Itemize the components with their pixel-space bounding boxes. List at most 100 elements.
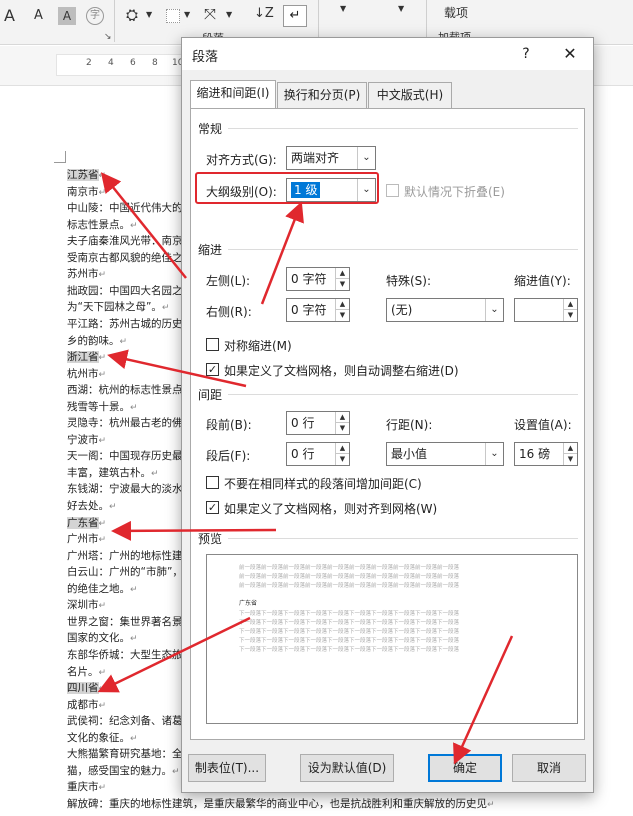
document-line: 宁波市↵ bbox=[67, 433, 106, 448]
paragraph-dialog: 段落 ? ✕ 缩进和间距(I) 换行和分页(P) 中文版式(H) 常规 对齐方式… bbox=[181, 37, 594, 793]
preview-prev-text: 前一段落前一段落前一段落前一段落前一段落前一段落前一段落前一段落前一段落前一段落 bbox=[239, 583, 460, 589]
document-line: 受南京古都风貌的绝佳之↵ bbox=[67, 251, 190, 266]
spin-down-icon[interactable]: ▼ bbox=[564, 454, 577, 465]
cancel-button[interactable]: 取消 bbox=[512, 754, 586, 782]
line-text: 的绝佳之地。 bbox=[67, 582, 130, 595]
show-marks-icon[interactable]: ↵ bbox=[283, 5, 307, 27]
snap-grid-label: 如果定义了文档网格，则对齐到网格(W) bbox=[224, 502, 438, 516]
spinner[interactable]: ▲ ▼ bbox=[335, 299, 349, 321]
space-before-input[interactable]: 0 行 ▲ ▼ bbox=[286, 411, 350, 435]
ok-button[interactable]: 确定 bbox=[428, 754, 502, 782]
line-text: 重庆市 bbox=[67, 781, 99, 794]
no-space-label: 不要在相同样式的段落间增加间距(C) bbox=[224, 477, 422, 491]
line-text: 国家的文化。 bbox=[67, 632, 130, 645]
line-spacing-label: 行距(N): bbox=[386, 418, 433, 432]
document-line: 好去处。↵ bbox=[67, 499, 117, 514]
chevron-down-icon[interactable]: ⌄ bbox=[485, 443, 503, 465]
indent-by-input[interactable]: ▲ ▼ bbox=[514, 298, 578, 322]
snap-grid-checkbox[interactable]: ✓ bbox=[206, 501, 219, 514]
right-indent-input[interactable]: 0 字符 ▲ ▼ bbox=[286, 298, 350, 322]
enclose-character-icon[interactable]: 字 bbox=[86, 7, 104, 25]
spinner[interactable]: ▲ ▼ bbox=[335, 443, 349, 465]
paragraph-mark-icon: ↵ bbox=[98, 601, 107, 612]
no-space-checkbox[interactable] bbox=[206, 476, 219, 489]
tab-line-page-breaks[interactable]: 换行和分页(P) bbox=[277, 82, 367, 108]
character-shading-icon[interactable]: A bbox=[58, 7, 76, 25]
spacing-at-input[interactable]: 16 磅 ▲ ▼ bbox=[514, 442, 578, 466]
document-line: 深圳市↵ bbox=[67, 598, 106, 613]
borders-icon[interactable] bbox=[166, 9, 180, 23]
collapse-checkbox[interactable] bbox=[386, 184, 399, 197]
mirror-indent-checkbox[interactable] bbox=[206, 338, 219, 351]
spin-up-icon[interactable]: ▲ bbox=[336, 268, 349, 279]
chevron-down-icon[interactable]: ⌄ bbox=[357, 147, 375, 169]
spinner[interactable]: ▲ ▼ bbox=[563, 299, 577, 321]
line-text: 广州塔：广州的地标性建 bbox=[67, 549, 183, 562]
left-indent-input[interactable]: 0 字符 ▲ ▼ bbox=[286, 267, 350, 291]
dialog-launcher-icon[interactable]: ↘ bbox=[104, 32, 112, 42]
line-text: 浙江省 bbox=[67, 351, 99, 364]
spinner[interactable]: ▲ ▼ bbox=[563, 443, 577, 465]
document-line: 中山陵：中国近代伟大的↵ bbox=[67, 201, 190, 216]
line-text: 宁波市 bbox=[67, 433, 99, 446]
help-icon[interactable]: ? bbox=[514, 43, 538, 65]
spin-up-icon[interactable]: ▲ bbox=[336, 412, 349, 423]
paragraph-mark-icon: ↵ bbox=[98, 171, 107, 181]
spin-up-icon[interactable]: ▲ bbox=[336, 299, 349, 310]
grow-font-button[interactable]: A bbox=[4, 6, 15, 25]
spin-down-icon[interactable]: ▼ bbox=[336, 423, 349, 434]
preview-prev-text: 前一段落前一段落前一段落前一段落前一段落前一段落前一段落前一段落前一段落前一段落 bbox=[239, 565, 460, 571]
preview-sample-text: 广东省 bbox=[239, 600, 258, 607]
space-after-value: 0 行 bbox=[291, 447, 315, 461]
spin-down-icon[interactable]: ▼ bbox=[336, 310, 349, 321]
set-default-button[interactable]: 设为默认值(D) bbox=[300, 754, 394, 782]
chevron-down-icon[interactable]: ▼ bbox=[340, 4, 346, 13]
preview-box: 前一段落前一段落前一段落前一段落前一段落前一段落前一段落前一段落前一段落前一段落… bbox=[206, 554, 578, 724]
left-indent-value: 0 字符 bbox=[291, 272, 327, 286]
line-text: 中山陵：中国近代伟大的 bbox=[67, 202, 183, 215]
chevron-down-icon[interactable]: ▼ bbox=[184, 10, 190, 19]
chevron-down-icon[interactable]: ▼ bbox=[398, 4, 404, 13]
collapse-label: 默认情况下折叠(E) bbox=[404, 185, 505, 199]
alignment-value: 两端对齐 bbox=[291, 151, 340, 165]
line-text: 东部华侨城：大型生态旅 bbox=[67, 648, 183, 661]
paragraph-mark-icon: ↵ bbox=[130, 402, 138, 413]
close-icon[interactable]: ✕ bbox=[558, 43, 582, 65]
spin-down-icon[interactable]: ▼ bbox=[336, 279, 349, 290]
alignment-select[interactable]: 两端对齐 ⌄ bbox=[286, 146, 376, 170]
sort-icon[interactable]: ↓Z bbox=[254, 6, 274, 21]
section-divider bbox=[228, 249, 578, 250]
line-text: 为“天下园林之母”。 bbox=[67, 301, 162, 314]
paragraph-mark-icon: ↵ bbox=[98, 783, 107, 794]
dialog-title-bar[interactable]: 段落 ? ✕ bbox=[182, 38, 593, 70]
spin-up-icon[interactable]: ▲ bbox=[564, 443, 577, 454]
special-indent-select[interactable]: (无) ⌄ bbox=[386, 298, 504, 322]
chevron-down-icon[interactable]: ▼ bbox=[226, 10, 232, 19]
paragraph-mark-icon: ↵ bbox=[98, 435, 107, 446]
auto-adjust-checkbox[interactable]: ✓ bbox=[206, 363, 219, 376]
spinner[interactable]: ▲ ▼ bbox=[335, 268, 349, 290]
ruler-tick: 6 bbox=[130, 58, 136, 68]
text-direction-icon[interactable]: ⤧ bbox=[204, 5, 216, 23]
line-spacing-select[interactable]: 最小值 ⌄ bbox=[386, 442, 504, 466]
shading-icon[interactable]: ⛭ bbox=[126, 6, 138, 24]
space-after-input[interactable]: 0 行 ▲ ▼ bbox=[286, 442, 350, 466]
spinner[interactable]: ▲ ▼ bbox=[335, 412, 349, 434]
indent-heading: 缩进 bbox=[198, 243, 223, 257]
spin-up-icon[interactable]: ▲ bbox=[336, 443, 349, 454]
spin-down-icon[interactable]: ▼ bbox=[336, 454, 349, 465]
line-text: 受南京古都风貌的绝佳之 bbox=[67, 251, 183, 264]
chevron-down-icon[interactable]: ⌄ bbox=[485, 299, 503, 321]
document-line: 平江路：苏州古城的历史↵ bbox=[67, 317, 190, 332]
line-text: 残雪等十景。 bbox=[67, 400, 130, 413]
shrink-font-button[interactable]: A bbox=[34, 8, 43, 23]
tabs-button[interactable]: 制表位(T)... bbox=[188, 754, 266, 782]
spin-up-icon[interactable]: ▲ bbox=[564, 299, 577, 310]
chevron-down-icon[interactable]: ▼ bbox=[146, 10, 152, 19]
tab-asian-typography[interactable]: 中文版式(H) bbox=[368, 82, 452, 108]
addins-button[interactable]: 载项 bbox=[444, 4, 468, 21]
document-line: 的绝佳之地。↵ bbox=[67, 582, 138, 597]
document-line: 拙政园：中国四大名园之↵ bbox=[67, 284, 190, 299]
tab-indent-spacing[interactable]: 缩进和间距(I) bbox=[190, 80, 276, 108]
spin-down-icon[interactable]: ▼ bbox=[564, 310, 577, 321]
